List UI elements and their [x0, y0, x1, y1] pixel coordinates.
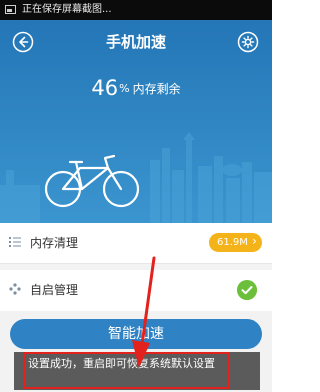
list-item-autostart-manage[interactable]: 自启管理 [0, 270, 272, 310]
title-bar: 手机加速 [0, 20, 272, 60]
toast-highlight-box [24, 352, 230, 389]
back-arrow-icon[interactable] [12, 31, 34, 53]
memory-percent-unit: % [119, 81, 130, 95]
memory-clean-badge[interactable]: 61.9M [209, 232, 262, 252]
dots-icon [9, 283, 21, 295]
check-icon [237, 280, 257, 300]
memory-label: 内存剩余 [132, 81, 181, 96]
smart-accelerate-button[interactable]: 智能加速 [10, 319, 262, 349]
hero-panel: 手机加速 46% 内存剩余 [0, 20, 272, 223]
list-item-memory-clean[interactable]: 内存清理 61.9M [0, 223, 272, 264]
memory-percent-value: 46 [91, 76, 119, 100]
page-title: 手机加速 [105, 33, 166, 51]
screenshot-icon [5, 5, 16, 14]
bicycle-illustration [44, 154, 140, 208]
status-bar: 正在保存屏幕截图... [0, 0, 272, 20]
status-bar-text: 正在保存屏幕截图... [22, 4, 112, 15]
memory-clean-label: 内存清理 [30, 236, 79, 250]
autostart-manage-label: 自启管理 [30, 283, 79, 297]
list-icon [9, 237, 21, 247]
memory-readout: 46% 内存剩余 [0, 76, 272, 100]
gear-icon[interactable] [237, 31, 259, 53]
